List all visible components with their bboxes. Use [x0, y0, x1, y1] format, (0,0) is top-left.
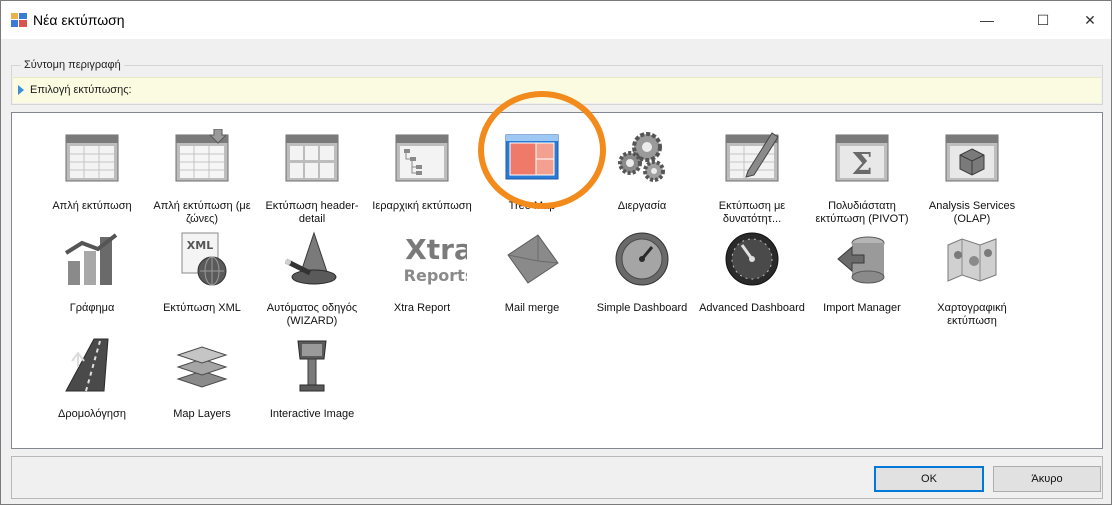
hierarchy-icon	[395, 134, 449, 182]
list-item[interactable]: Interactive Image	[257, 331, 367, 439]
list-item[interactable]: Advanced Dashboard	[697, 225, 807, 333]
item-label: Εκτύπωση με δυνατότητ...	[718, 200, 786, 225]
list-item[interactable]: Δρομολόγηση	[37, 331, 147, 439]
maximize-button[interactable]: ☐	[1020, 1, 1066, 39]
list-item[interactable]: Διεργασία	[587, 123, 697, 231]
database-import-icon	[837, 236, 885, 284]
item-label: Απλή εκτύπωση (με ζώνες)	[153, 200, 251, 225]
envelope-icon	[507, 234, 559, 284]
list-item[interactable]: Χαρτογραφική εκτύπωση	[917, 225, 1027, 333]
tree-map-icon	[505, 134, 559, 180]
list-item[interactable]: Mail merge	[477, 225, 587, 333]
list-item[interactable]: Εκτύπωση header-detail	[257, 123, 367, 231]
ok-button[interactable]: OK	[874, 466, 984, 492]
xml-globe-icon: XML	[181, 232, 227, 286]
banded-print-icon	[175, 129, 229, 182]
svg-text:XML: XML	[187, 239, 213, 252]
expand-arrow-icon	[18, 85, 24, 95]
item-label: Simple Dashboard	[596, 302, 688, 314]
gauge-icon	[615, 232, 669, 286]
list-item[interactable]: Απλή εκτύπωση (με ζώνες)	[147, 123, 257, 231]
list-item[interactable]: Xtra Reports Xtra Report	[367, 225, 477, 333]
list-item[interactable]: Tree Map	[477, 123, 587, 231]
cancel-button[interactable]: Άκυρο	[993, 466, 1101, 492]
item-label: Εκτύπωση XML	[163, 302, 241, 314]
list-item[interactable]: Simple Dashboard	[587, 225, 697, 333]
simple-print-icon	[65, 134, 119, 182]
item-label: Ιεραρχική εκτύπωση	[372, 200, 472, 212]
xtra-logo-line2: Reports	[404, 266, 467, 285]
list-item[interactable]: Ιεραρχική εκτύπωση	[367, 123, 477, 231]
item-label: Αυτόματος οδηγός (WIZARD)	[266, 302, 358, 327]
item-label: Χαρτογραφική εκτύπωση	[937, 302, 1007, 327]
list-item[interactable]: Map Layers	[147, 331, 257, 439]
window-title: Νέα εκτύπωση	[33, 12, 125, 28]
list-item[interactable]: Analysis Services (OLAP)	[917, 123, 1027, 231]
item-label: Analysis Services (OLAP)	[928, 200, 1016, 225]
road-icon	[65, 338, 109, 392]
minimize-icon: —	[980, 12, 994, 28]
xtra-reports-logo: Xtra Reports	[404, 233, 467, 285]
item-label: Απλή εκτύπωση	[52, 200, 132, 212]
new-print-dialog: Νέα εκτύπωση — ☐ ✕ Σύντομη περιγραφή Επι…	[0, 0, 1112, 505]
chart-icon	[64, 233, 118, 285]
close-icon: ✕	[1084, 11, 1096, 28]
olap-cube-icon	[945, 134, 999, 182]
selection-bar[interactable]: Επιλογή εκτύπωσης:	[13, 77, 1101, 103]
kiosk-icon	[297, 340, 327, 392]
list-item[interactable]: Γράφημα	[37, 225, 147, 333]
gears-icon	[618, 132, 665, 182]
header-detail-icon	[285, 134, 339, 182]
title-bar[interactable]: Νέα εκτύπωση — ☐ ✕	[1, 1, 1111, 39]
xtra-logo-line1: Xtra	[405, 233, 467, 266]
list-item[interactable]: Σ Πολυδιάστατη εκτύπωση (PIVOT)	[807, 123, 917, 231]
minimize-button[interactable]: —	[964, 1, 1010, 39]
item-label: Πολυδιάστατη εκτύπωση (PIVOT)	[815, 200, 909, 225]
map-layers-icon	[176, 346, 228, 388]
speedometer-icon	[725, 232, 779, 286]
list-item[interactable]: Αυτόματος οδηγός (WIZARD)	[257, 225, 367, 333]
list-item[interactable]: XML Εκτύπωση XML	[147, 225, 257, 333]
list-item[interactable]: Απλή εκτύπωση	[37, 123, 147, 231]
svg-text:Σ: Σ	[851, 147, 872, 182]
item-label: Δρομολόγηση	[58, 408, 126, 420]
close-button[interactable]: ✕	[1067, 1, 1112, 39]
wizard-hat-icon	[284, 231, 337, 285]
map-icon	[947, 238, 997, 282]
selection-label: Επιλογή εκτύπωσης:	[30, 84, 132, 96]
item-label: Mail merge	[504, 302, 560, 314]
item-label: Εκτύπωση header-detail	[265, 200, 359, 225]
list-item[interactable]: Εκτύπωση με δυνατότητ...	[697, 123, 807, 231]
group-legend: Σύντομη περιγραφή	[21, 59, 124, 71]
item-label: Tree Map	[508, 200, 556, 212]
editable-print-icon	[725, 132, 779, 182]
item-label: Διεργασία	[617, 200, 667, 212]
item-label: Map Layers	[173, 408, 231, 420]
item-label: Interactive Image	[269, 408, 355, 420]
app-icon	[11, 13, 27, 27]
maximize-icon: ☐	[1036, 11, 1050, 28]
item-label: Import Manager	[823, 302, 901, 314]
print-type-list[interactable]: Απλή εκτύπωση Απλή εκτύπωση (με ζώνες) Ε…	[11, 112, 1103, 449]
list-item[interactable]: Import Manager	[807, 225, 917, 333]
item-label: Advanced Dashboard	[699, 302, 805, 314]
item-label: Γράφημα	[69, 302, 115, 314]
item-label: Xtra Report	[393, 302, 451, 314]
pivot-icon: Σ	[835, 134, 889, 182]
